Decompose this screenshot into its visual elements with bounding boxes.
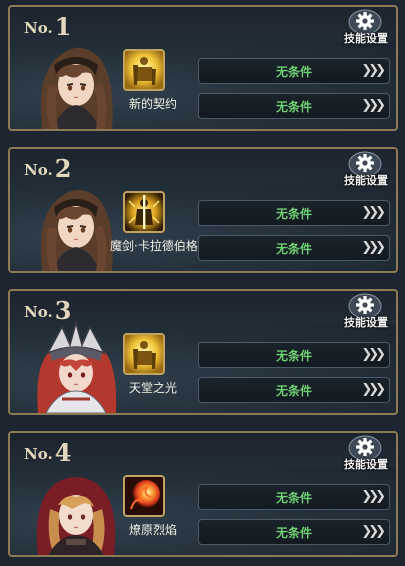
skill-name: 魔剑·卡拉德伯格 xyxy=(110,239,198,253)
skill-icon-fireball[interactable] xyxy=(123,475,165,517)
skill-settings-label[interactable]: 技能设置 xyxy=(336,30,396,46)
skill-icon-glowing-sword-knight[interactable] xyxy=(123,191,165,233)
condition-button-1[interactable]: 无条件 ❯❯❯ xyxy=(198,484,390,510)
character-portrait[interactable] xyxy=(32,177,120,271)
triple-chevron-right-icon: ❯❯❯ xyxy=(361,63,386,78)
character-portrait[interactable] xyxy=(32,461,120,555)
team-panel-2: No. 2 魔剑·卡拉德伯格 无条件 ❯❯❯ 无条件 ❯❯❯ 技能设置 xyxy=(8,147,398,273)
triple-chevron-right-icon: ❯❯❯ xyxy=(361,205,386,220)
triple-chevron-right-icon: ❯❯❯ xyxy=(361,524,386,539)
condition-button-2[interactable]: 无条件 ❯❯❯ xyxy=(198,93,390,119)
team-panel-3: No. 3 天堂之光 无条件 ❯❯❯ 无条件 ❯❯❯ 技能设置 xyxy=(8,289,398,415)
condition-button-1[interactable]: 无条件 ❯❯❯ xyxy=(198,58,390,84)
skill-name: 燎原烈焰 xyxy=(128,523,177,537)
triple-chevron-right-icon: ❯❯❯ xyxy=(361,347,386,362)
triple-chevron-right-icon: ❯❯❯ xyxy=(361,489,386,504)
skill-settings-label[interactable]: 技能设置 xyxy=(336,456,396,472)
skill-icon-golden-knight[interactable] xyxy=(123,49,165,91)
condition-text: 无条件 xyxy=(275,525,312,540)
condition-button-1[interactable]: 无条件 ❯❯❯ xyxy=(198,342,390,368)
condition-button-1[interactable]: 无条件 ❯❯❯ xyxy=(198,200,390,226)
condition-text: 无条件 xyxy=(275,383,312,398)
condition-button-2[interactable]: 无条件 ❯❯❯ xyxy=(198,519,390,545)
condition-text: 无条件 xyxy=(275,64,312,79)
condition-text: 无条件 xyxy=(275,348,312,363)
skill-name: 天堂之光 xyxy=(128,381,177,395)
triple-chevron-right-icon: ❯❯❯ xyxy=(361,98,386,113)
condition-text: 无条件 xyxy=(275,490,312,505)
character-portrait[interactable] xyxy=(32,35,120,129)
skill-settings-label[interactable]: 技能设置 xyxy=(336,314,396,330)
condition-button-2[interactable]: 无条件 ❯❯❯ xyxy=(198,235,390,261)
team-panel-4: No. 4 燎原烈焰 无条件 ❯❯❯ 无条件 ❯❯❯ 技能设置 xyxy=(8,431,398,557)
condition-text: 无条件 xyxy=(275,99,312,114)
condition-button-2[interactable]: 无条件 ❯❯❯ xyxy=(198,377,390,403)
character-portrait[interactable] xyxy=(32,319,120,413)
skill-settings-label[interactable]: 技能设置 xyxy=(336,172,396,188)
condition-text: 无条件 xyxy=(275,206,312,221)
triple-chevron-right-icon: ❯❯❯ xyxy=(361,382,386,397)
triple-chevron-right-icon: ❯❯❯ xyxy=(361,240,386,255)
condition-text: 无条件 xyxy=(275,241,312,256)
team-panel-1: No. 1 新的契约 无条件 ❯❯❯ 无条件 ❯❯❯ 技能设置 xyxy=(8,5,398,131)
skill-name: 新的契约 xyxy=(128,97,177,111)
skill-icon-golden-knight[interactable] xyxy=(123,333,165,375)
